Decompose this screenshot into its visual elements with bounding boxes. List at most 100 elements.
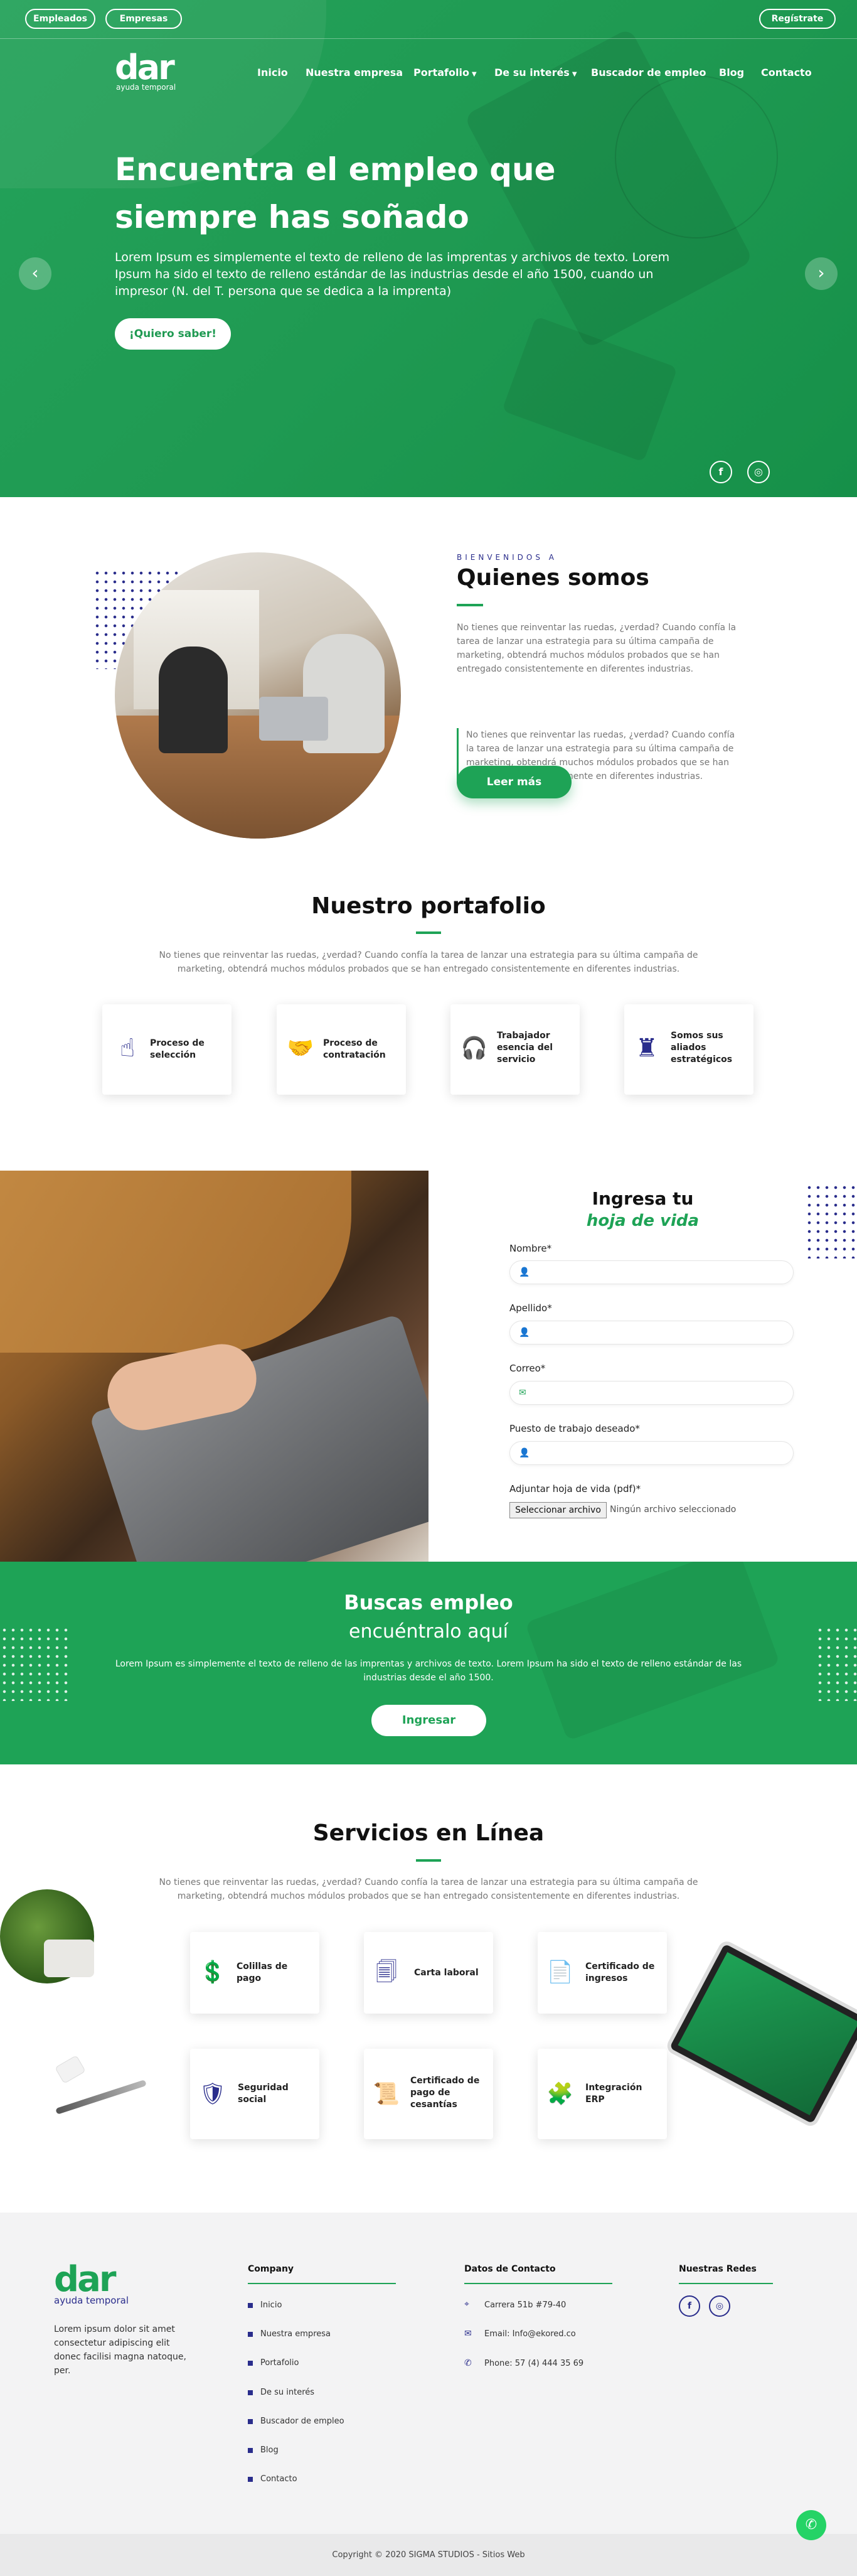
footer-logo-mark: dar (54, 2259, 117, 2300)
whatsapp-icon[interactable]: ✆ (796, 2510, 826, 2540)
footer-company-title: Company (248, 2264, 294, 2274)
headset-icon: 🎧 (460, 1036, 488, 1061)
nav-item-nuestra-empresa[interactable]: Nuestra empresa (306, 67, 403, 78)
bullet-square-icon (248, 2448, 253, 2453)
enter-button[interactable]: Ingresar (371, 1705, 486, 1736)
footer-title-underline (679, 2283, 773, 2284)
service-card[interactable]: 📜 Certificado de pago de cesantías (364, 2049, 493, 2139)
carousel-next-arrow-icon[interactable]: › (805, 257, 838, 290)
photo-person (159, 647, 228, 753)
eraser-decor (55, 2055, 86, 2084)
form-label: Apellido* (509, 1302, 552, 1314)
first-name-field[interactable]: 👤 (509, 1260, 794, 1284)
user-icon: 👤 (519, 1328, 530, 1338)
portfolio-card[interactable]: 🎧 Trabajador esencia del servicio (450, 1004, 580, 1095)
service-card[interactable]: 🛡 Seguridad social (190, 2049, 319, 2139)
copyright: Copyright © 2020 SIGMA STUDIOS - Sitios … (0, 2534, 857, 2576)
nav-item-blog[interactable]: Blog (719, 67, 744, 78)
puzzle-icon: 🧩 (546, 2081, 574, 2106)
payment-certificate-icon: 📜 (373, 2081, 400, 2106)
pen-decor (55, 2080, 147, 2115)
logo-mark: dar (115, 48, 175, 87)
band-title: Buscas empleo (344, 1591, 513, 1614)
nav-item-inicio[interactable]: Inicio (257, 67, 288, 78)
hero-cta-button[interactable]: ¡Quiero saber! (115, 318, 231, 350)
employees-button[interactable]: Empleados (25, 9, 95, 29)
tablet-decor (664, 1938, 857, 2129)
portfolio-card-label: Proceso de contratación (323, 1038, 386, 1060)
handshake-icon: 🤝 (287, 1036, 314, 1061)
portfolio-card-label: Proceso de selección (150, 1038, 205, 1060)
portfolio-title: Nuestro portafolio (311, 893, 546, 919)
service-card[interactable]: 🗐 Carta laboral (364, 1932, 493, 2014)
title-underline (457, 604, 483, 606)
register-button[interactable]: Regístrate (759, 9, 836, 29)
phone-icon: ✆ (464, 2358, 472, 2368)
nav-item-buscador-de-empleo[interactable]: Buscador de empleo (591, 67, 706, 78)
footer-email[interactable]: Email: Info@ekored.co (484, 2329, 576, 2339)
typing-photo (0, 1171, 428, 1562)
service-card[interactable]: 💲 Colillas de pago (190, 1932, 319, 2014)
footer-address: Carrera 51b #79-40 (484, 2300, 567, 2310)
service-card[interactable]: 🧩 Integración ERP (538, 2049, 667, 2139)
carousel-prev-arrow-icon[interactable]: ‹ (19, 257, 51, 290)
bullet-square-icon (248, 2332, 253, 2337)
about-eyebrow: BIENVENIDOS A (457, 553, 557, 562)
pot-decor (44, 1940, 94, 1977)
nav-item-portafolio-label: Portafolio (413, 67, 469, 78)
user-icon: 👤 (519, 1448, 530, 1458)
envelope-icon: ✉ (464, 2329, 472, 2339)
portfolio-card[interactable]: ♜ Somos sus aliados estratégicos (624, 1004, 753, 1095)
footer-link-blog[interactable]: Blog (260, 2445, 279, 2455)
file-select-button[interactable]: Seleccionar archivo (509, 1502, 607, 1518)
facebook-icon[interactable]: f (710, 461, 732, 483)
footer-link-portafolio[interactable]: Portafolio (260, 2358, 299, 2368)
nav-item-portafolio[interactable]: Portafolio ▼ (413, 67, 477, 78)
service-card-label: Certificado de pago de cesantías (410, 2076, 480, 2110)
last-name-field[interactable]: 👤 (509, 1321, 794, 1344)
facebook-icon[interactable]: f (679, 2295, 700, 2317)
pointer-hand-icon: ☝ (119, 1034, 136, 1063)
bullet-square-icon (248, 2477, 253, 2482)
service-card[interactable]: 📄 Certificado de ingresos (538, 1932, 667, 2014)
service-card-label: Carta laboral (414, 1968, 479, 1978)
logo[interactable]: dar ayuda temporal (115, 48, 184, 93)
money-document-icon: 💲 (199, 1960, 226, 1985)
photo-sweater (0, 1171, 351, 1353)
footer-about-text: Lorem ipsum dolor sit amet consectetur a… (54, 2324, 186, 2376)
title-underline (416, 1859, 441, 1862)
instagram-icon[interactable]: ◎ (747, 461, 770, 483)
hero-background-decor (501, 316, 678, 463)
footer-link-inicio[interactable]: Inicio (260, 2300, 282, 2310)
logo-tagline: ayuda temporal (116, 83, 176, 92)
instagram-icon[interactable]: ◎ (709, 2295, 730, 2317)
form-label: Adjuntar hoja de vida (pdf)* (509, 1483, 641, 1495)
footer-link-buscador-de-empleo[interactable]: Buscador de empleo (260, 2417, 344, 2426)
chess-rook-icon: ♜ (636, 1034, 658, 1063)
portfolio-card[interactable]: ☝ Proceso de selección (102, 1004, 232, 1095)
band-subtitle: encuéntralo aquí (349, 1621, 508, 1643)
companies-button[interactable]: Empresas (105, 9, 182, 29)
about-photo (115, 552, 401, 839)
read-more-button[interactable]: Leer más (457, 766, 572, 798)
desired-position-field[interactable]: 👤 (509, 1441, 794, 1465)
nav-item-contacto[interactable]: Contacto (761, 67, 812, 78)
user-icon: 👤 (519, 1267, 530, 1277)
footer-logo-tagline: ayuda temporal (54, 2295, 129, 2306)
footer-title-underline (248, 2283, 396, 2284)
footer-link-de-su-interes[interactable]: De su interés (260, 2388, 314, 2397)
chevron-down-icon: ▼ (471, 71, 477, 78)
nav-item-de-su-interes[interactable]: De su interés ▼ (494, 67, 577, 78)
band-text: Lorem Ipsum es simplemente el texto de r… (115, 1659, 742, 1683)
tablet-screen (678, 1951, 857, 2116)
footer-logo[interactable]: dar ayuda temporal (54, 2259, 129, 2306)
portfolio-card[interactable]: 🤝 Proceso de contratación (277, 1004, 406, 1095)
photo-laptop (259, 697, 328, 741)
footer-link-nuestra-empresa[interactable]: Nuestra empresa (260, 2329, 331, 2339)
service-card-label: Colillas de pago (237, 1962, 288, 1983)
footer-phone[interactable]: Phone: 57 (4) 444 35 69 (484, 2359, 583, 2368)
portfolio-card-label: Trabajador esencia del servicio (497, 1031, 553, 1065)
service-card-label: Seguridad social (238, 2083, 289, 2105)
footer-link-contacto[interactable]: Contacto (260, 2474, 297, 2484)
email-field[interactable]: ✉ (509, 1381, 794, 1405)
